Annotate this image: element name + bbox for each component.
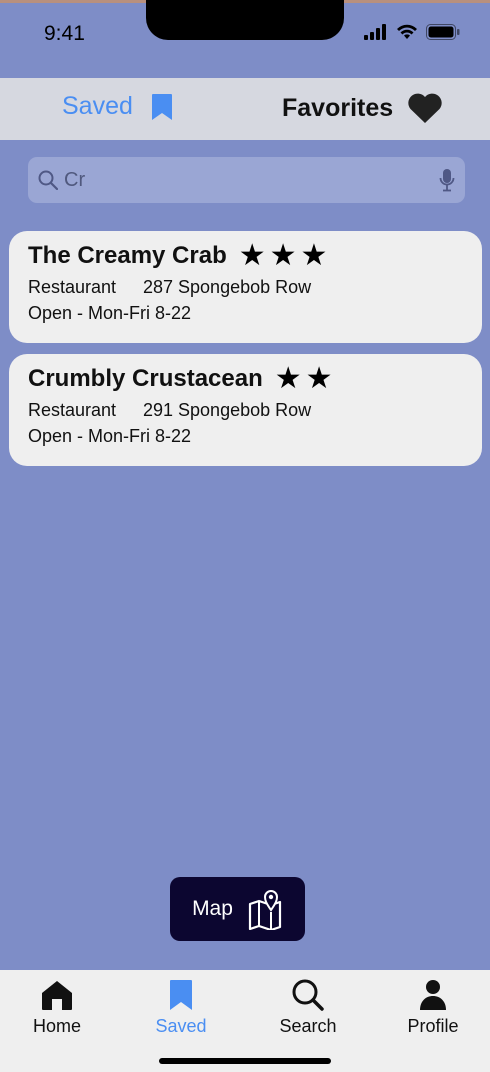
heart-icon <box>408 93 442 123</box>
place-hours: Open - Mon-Fri 8-22 <box>28 426 192 446</box>
device-notch <box>146 0 344 40</box>
saved-place-card[interactable]: Crumbly Crustacean ★★ Restaurant 291 Spo… <box>9 354 482 466</box>
home-icon <box>42 981 72 1010</box>
place-type: Restaurant <box>28 400 117 420</box>
tab-home[interactable]: Home <box>2 978 112 1037</box>
battery-icon <box>426 24 460 40</box>
star-rating: ★★★ <box>238 239 332 272</box>
tab-profile[interactable]: Profile <box>378 978 488 1037</box>
saved-place-card[interactable]: The Creamy Crab ★★★ Restaurant 287 Spong… <box>9 231 482 343</box>
wifi-icon <box>397 24 417 39</box>
place-address: 291 Spongebob Row <box>143 400 312 420</box>
search-icon <box>38 170 58 190</box>
tab-saved-label: Saved <box>155 1016 207 1036</box>
map-button[interactable]: Map <box>170 877 305 941</box>
place-name: Crumbly Crustacean <box>28 365 263 392</box>
tab-profile-label: Profile <box>407 1016 459 1036</box>
tab-search[interactable]: Search <box>253 978 363 1037</box>
microphone-icon[interactable] <box>439 168 455 192</box>
status-bar: 9:41 <box>0 0 490 70</box>
tab-search-label: Search <box>279 1016 337 1036</box>
tab-saved[interactable]: Saved <box>126 978 236 1037</box>
place-name: The Creamy Crab <box>28 242 227 269</box>
status-time: 9:41 <box>44 22 85 45</box>
signal-icon <box>364 24 386 40</box>
search-bar <box>28 157 465 203</box>
saved-label: Saved <box>62 92 133 120</box>
tab-home-label: Home <box>32 1016 81 1036</box>
home-indicator[interactable] <box>159 1058 331 1064</box>
map-pin-icon <box>248 890 282 930</box>
search-input[interactable] <box>64 168 439 192</box>
search-icon <box>292 979 324 1011</box>
bottom-tab-bar: Home Saved Search Profile <box>0 970 490 1072</box>
map-button-label: Map <box>192 897 233 920</box>
star-rating: ★★ <box>274 362 337 395</box>
tab-saved-lists[interactable]: Saved <box>62 92 173 121</box>
status-icons <box>364 24 460 40</box>
person-icon <box>420 980 446 1010</box>
place-address: 287 Spongebob Row <box>143 277 312 297</box>
bookmark-icon <box>151 93 172 120</box>
place-hours: Open - Mon-Fri 8-22 <box>28 303 192 323</box>
saved-favorites-switcher: Saved Favorites <box>0 78 490 140</box>
favorites-label: Favorites <box>282 93 394 122</box>
tab-favorites[interactable]: Favorites <box>282 92 443 124</box>
place-type: Restaurant <box>28 277 117 297</box>
bookmark-icon <box>170 980 192 1010</box>
